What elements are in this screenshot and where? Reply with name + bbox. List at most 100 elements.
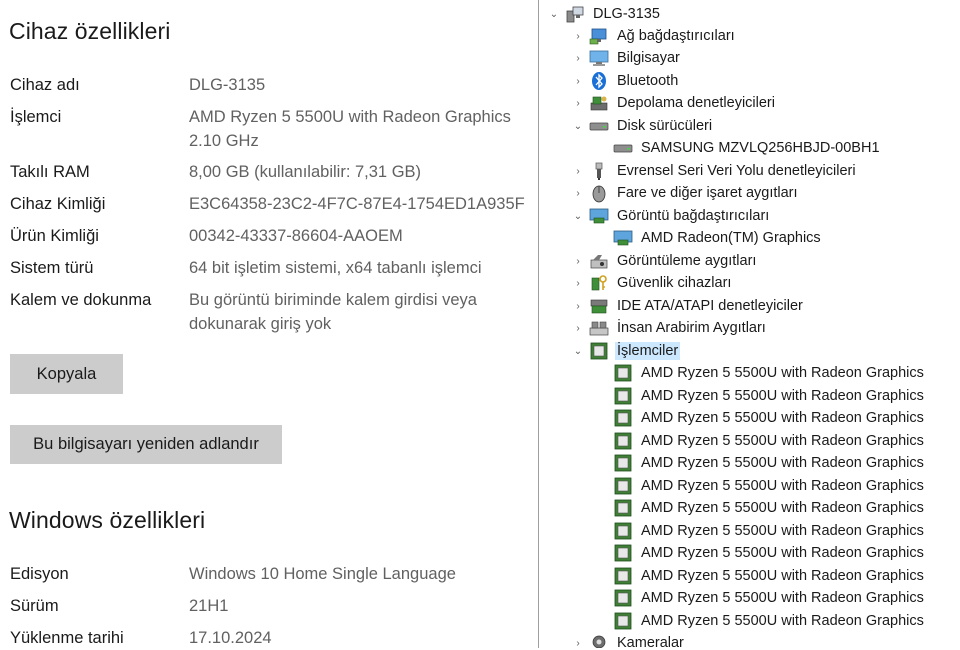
usb-icon	[589, 161, 609, 181]
tree-node-ide-controllers[interactable]: › IDE ATA/ATAPI denetleyiciler	[571, 295, 805, 317]
chevron-down-icon[interactable]: ⌄	[571, 344, 585, 358]
chevron-right-icon[interactable]: ›	[571, 96, 585, 110]
chevron-right-icon[interactable]: ›	[571, 299, 585, 313]
tree-root[interactable]: ⌄ DLG-3135	[547, 3, 662, 25]
spec-label: Cihaz adı	[10, 76, 80, 94]
tree-leaf-label: AMD Radeon(TM) Graphics	[641, 230, 821, 246]
tree-node-label: Görüntüleme aygıtları	[617, 253, 757, 269]
tree-node-label: Ağ bağdaştırıcıları	[617, 28, 735, 44]
tree-node-bluetooth[interactable]: › Bluetooth	[571, 70, 680, 92]
tree-leaf-processor[interactable]: AMD Ryzen 5 5500U with Radeon Graphics	[595, 542, 926, 564]
tree-leaf-disk[interactable]: SAMSUNG MZVLQ256HBJD-00BH1	[595, 137, 882, 159]
spec-value[interactable]: DLG-3135	[189, 73, 534, 97]
chevron-right-icon[interactable]: ›	[571, 321, 585, 335]
tree-node-computer[interactable]: › Bilgisayar	[571, 47, 682, 69]
tree-node-cameras[interactable]: › Kameralar	[571, 632, 686, 648]
spec-value[interactable]: Bu görüntü biriminde kalem girdisi veya …	[189, 288, 534, 336]
spec-value[interactable]: 64 bit işletim sistemi, x64 tabanlı işle…	[189, 256, 534, 280]
chevron-right-icon[interactable]: ›	[571, 186, 585, 200]
tree-node-label: Disk sürücüleri	[617, 118, 713, 134]
chevron-right-icon[interactable]: ›	[571, 74, 585, 88]
chevron-right-icon[interactable]: ›	[571, 164, 585, 178]
tree-leaf-processor[interactable]: AMD Ryzen 5 5500U with Radeon Graphics	[595, 385, 926, 407]
tree-leaf-processor[interactable]: AMD Ryzen 5 5500U with Radeon Graphics	[595, 520, 926, 542]
spec-value[interactable]: E3C64358-23C2-4F7C-87E4-1754ED1A935F	[189, 192, 534, 216]
tree-node-imaging-devices[interactable]: › Görüntüleme aygıtları	[571, 250, 758, 272]
copy-button[interactable]: Kopyala	[10, 354, 123, 394]
processor-icon	[613, 498, 633, 518]
tree-leaf-label: AMD Ryzen 5 5500U with Radeon Graphics	[641, 500, 924, 516]
tree-node-hid[interactable]: › İnsan Arabirim Aygıtları	[571, 317, 768, 339]
chevron-right-icon[interactable]: ›	[571, 51, 585, 65]
spec-row-device-id: Cihaz Kimliği E3C64358-23C2-4F7C-87E4-17…	[10, 192, 530, 216]
processor-icon	[613, 476, 633, 496]
security-key-icon	[589, 273, 609, 293]
tree-leaf-gpu[interactable]: AMD Radeon(TM) Graphics	[595, 227, 823, 249]
rename-pc-button[interactable]: Bu bilgisayarı yeniden adlandır	[10, 425, 282, 464]
tree-node-mouse[interactable]: › Fare ve diğer işaret aygıtları	[571, 182, 800, 204]
tree-node-storage-controllers[interactable]: › Depolama denetleyicileri	[571, 92, 777, 114]
disk-drive-icon	[613, 138, 633, 158]
spec-row-device-name: Cihaz adı DLG-3135	[10, 73, 530, 97]
tree-leaf-label: AMD Ryzen 5 5500U with Radeon Graphics	[641, 455, 924, 471]
tree-node-label: Bilgisayar	[617, 50, 680, 66]
tree-leaf-processor[interactable]: AMD Ryzen 5 5500U with Radeon Graphics	[595, 475, 926, 497]
chevron-down-icon[interactable]: ⌄	[571, 209, 585, 223]
chevron-down-icon[interactable]: ⌄	[571, 119, 585, 133]
spec-value[interactable]: 8,00 GB (kullanılabilir: 7,31 GB)	[189, 160, 534, 184]
tree-leaf-label: AMD Ryzen 5 5500U with Radeon Graphics	[641, 567, 924, 584]
spec-value[interactable]: 21H1	[189, 594, 534, 618]
webcam-icon	[589, 633, 609, 648]
spec-value[interactable]: 17.10.2024	[189, 626, 534, 650]
spec-row-version: Sürüm 21H1	[10, 594, 530, 618]
spec-label: İşlemci	[10, 108, 62, 126]
tree-node-network-adapters[interactable]: › Ağ bağdaştırıcıları	[571, 25, 737, 47]
device-specs-title: Cihaz özellikleri	[9, 18, 171, 44]
tree-node-disk-drives[interactable]: ⌄ Disk sürücüleri	[571, 115, 714, 137]
about-panel: Cihaz özellikleri Cihaz adı DLG-3135 İşl…	[0, 0, 538, 648]
spec-value[interactable]: Windows 10 Home Single Language	[189, 562, 534, 586]
spec-value[interactable]: 00342-43337-86604-AAOEM	[189, 224, 534, 248]
spec-label: Kalem ve dokunma	[10, 291, 152, 309]
tree-node-usb[interactable]: › Evrensel Seri Veri Yolu denetleyiciler…	[571, 160, 858, 182]
spec-label: Ürün Kimliği	[10, 227, 99, 245]
chevron-right-icon[interactable]: ›	[571, 276, 585, 290]
tree-leaf-processor[interactable]: AMD Ryzen 5 5500U with Radeon Graphics	[595, 362, 926, 384]
chevron-right-icon[interactable]: ›	[571, 254, 585, 268]
spec-label: Cihaz Kimliği	[10, 195, 106, 213]
mouse-icon	[589, 183, 609, 203]
processor-icon	[613, 363, 633, 383]
chevron-down-icon[interactable]: ⌄	[547, 7, 561, 21]
tree-leaf-processor[interactable]: AMD Ryzen 5 5500U with Radeon Graphics	[595, 452, 926, 474]
processor-icon	[613, 453, 633, 473]
tree-leaf-label: AMD Ryzen 5 5500U with Radeon Graphics	[641, 432, 924, 449]
tree-node-label: İnsan Arabirim Aygıtları	[617, 320, 766, 336]
processor-icon	[613, 521, 633, 541]
spec-label: Edisyon	[10, 565, 69, 583]
processor-icon	[613, 431, 633, 451]
chevron-right-icon[interactable]: ›	[571, 636, 585, 649]
tree-leaf-processor[interactable]: AMD Ryzen 5 5500U with Radeon Graphics	[595, 610, 926, 632]
tree-node-label: Bluetooth	[617, 73, 679, 89]
tree-node-display-adapters[interactable]: ⌄ Görüntü bağdaştırıcıları	[571, 205, 771, 227]
tree-node-security-devices[interactable]: › Güvenlik cihazları	[571, 272, 733, 294]
tree-node-processors[interactable]: ⌄ İşlemciler	[571, 340, 681, 362]
chevron-right-icon[interactable]: ›	[571, 29, 585, 43]
tree-leaf-processor[interactable]: AMD Ryzen 5 5500U with Radeon Graphics	[595, 565, 926, 587]
tree-node-label-selected: İşlemciler	[615, 342, 681, 360]
spec-label: Yüklenme tarihi	[10, 629, 124, 647]
processor-icon	[613, 611, 633, 631]
tree-leaf-processor[interactable]: AMD Ryzen 5 5500U with Radeon Graphics	[595, 587, 926, 609]
spec-row-edition: Edisyon Windows 10 Home Single Language	[10, 562, 530, 586]
spec-value[interactable]: AMD Ryzen 5 5500U with Radeon Graphics 2…	[189, 105, 534, 153]
tree-leaf-label: AMD Ryzen 5 5500U with Radeon Graphics	[641, 590, 924, 606]
tree-leaf-processor[interactable]: AMD Ryzen 5 5500U with Radeon Graphics	[595, 430, 926, 452]
tree-leaf-processor[interactable]: AMD Ryzen 5 5500U with Radeon Graphics	[595, 407, 926, 429]
tree-leaf-processor[interactable]: AMD Ryzen 5 5500U with Radeon Graphics	[595, 497, 926, 519]
